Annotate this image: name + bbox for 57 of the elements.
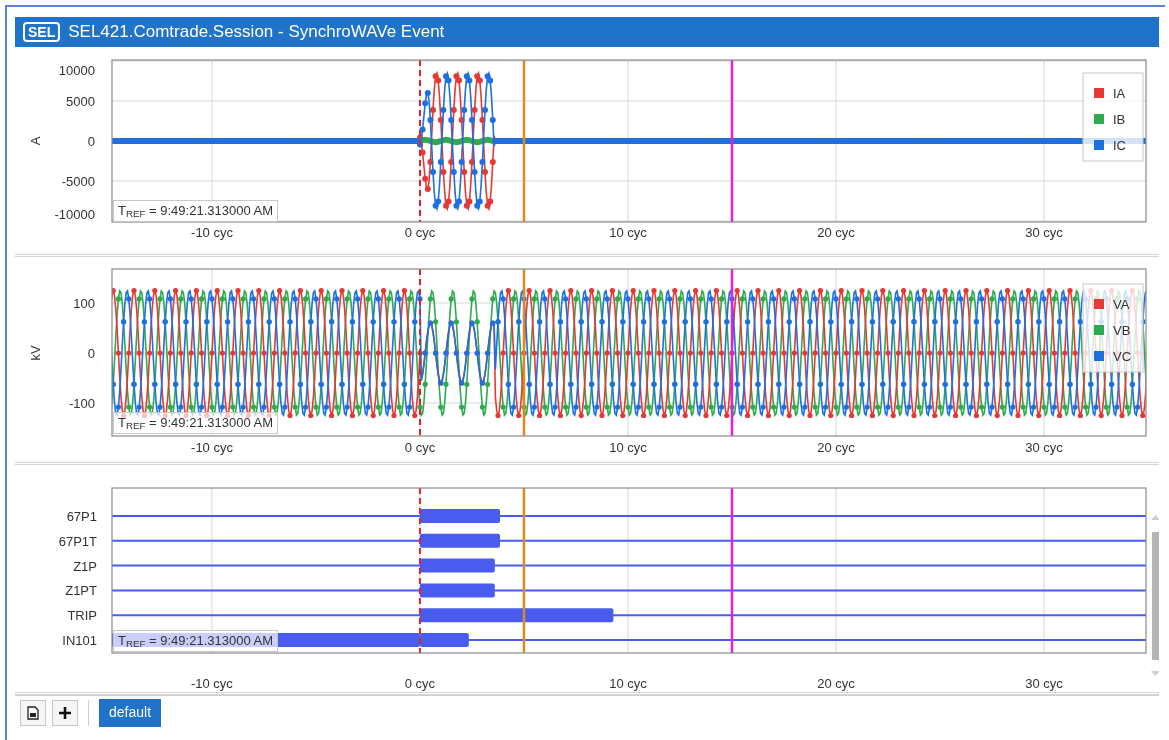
axis-tick-label: 0 cyc: [404, 440, 436, 455]
axis-tick-label: 20 cyc: [817, 440, 855, 455]
signal-label: Z1P: [73, 558, 97, 574]
cursor-line[interactable]: [522, 60, 526, 222]
cursor-line[interactable]: [730, 488, 734, 653]
legend-label: IA: [1113, 86, 1126, 101]
signal-label: IN101: [62, 633, 97, 648]
scrollbar[interactable]: [1152, 532, 1159, 660]
legend-label: VC: [1113, 349, 1132, 364]
legend-label: IC: [1113, 138, 1126, 153]
axis-tick-label: -10000: [54, 207, 95, 222]
axis-tick-label: 30 cyc: [1025, 440, 1063, 455]
axis-title: A: [28, 136, 44, 146]
cursor-line[interactable]: [522, 488, 526, 653]
plus-icon: [59, 706, 71, 719]
signal-label: TRIP: [67, 608, 97, 624]
axis-tick-label: -10 cyc: [191, 225, 233, 240]
cursor-line[interactable]: [730, 269, 734, 436]
signal-label: Z1PT: [65, 583, 97, 599]
axis-tick-label: 0 cyc: [404, 225, 436, 240]
cursor-line[interactable]: [730, 60, 734, 222]
axis-tick-label: 100: [73, 296, 95, 311]
axis-tick-label: 30 cyc: [1025, 225, 1063, 240]
axis-tick-label: 20 cyc: [817, 676, 855, 691]
axis-title: kV: [28, 345, 44, 361]
legend-label: IB: [1113, 112, 1126, 127]
axis-tick-label: -100: [68, 396, 95, 411]
cursor-line[interactable]: [418, 487, 421, 654]
signal-label: 67P1: [66, 509, 97, 524]
axis-tick-label: 10 cyc: [609, 440, 647, 455]
axis-tick-label: 0: [87, 346, 95, 361]
axis-tick-label: 20 cyc: [817, 225, 855, 240]
axis-tick-label: 10000: [58, 63, 95, 78]
axis-tick-label: 0 cyc: [404, 676, 436, 691]
axis-tick-label: -5000: [61, 174, 95, 189]
save-icon: [27, 705, 39, 720]
add-button[interactable]: [52, 699, 78, 726]
cursor-line[interactable]: [419, 59, 421, 223]
signal-label: 67P1T: [58, 533, 97, 549]
axis-tick-label: 0: [87, 134, 95, 149]
axis-tick-label: 10 cyc: [609, 676, 647, 691]
reference-time-label: T$_{REF}$ = 9:49:21.313000 AM: [113, 412, 279, 434]
axis-tick-label: 10 cyc: [609, 225, 647, 240]
view-tab[interactable]: default: [99, 698, 162, 727]
save-button[interactable]: [20, 699, 46, 726]
axis-tick-label: -10 cyc: [191, 440, 233, 455]
axis-tick-label: 30 cyc: [1025, 676, 1063, 691]
cursor-line[interactable]: [419, 268, 421, 437]
axis-tick-label: 5000: [66, 94, 95, 109]
cursor-line[interactable]: [522, 269, 526, 436]
window-title: SEL421.Comtrade.Session - SynchroWAVe Event: [68, 21, 445, 44]
reference-time-label: T$_{REF}$ = 9:49:21.313000 AM: [113, 200, 279, 222]
reference-time-label: T$_{REF}$ = 9:49:21.313000 AM: [113, 630, 279, 652]
axis-tick-label: -10 cyc: [190, 676, 233, 691]
legend-label: VA: [1113, 297, 1130, 312]
legend-label: VB: [1113, 323, 1131, 338]
logo: SEL: [23, 22, 61, 42]
